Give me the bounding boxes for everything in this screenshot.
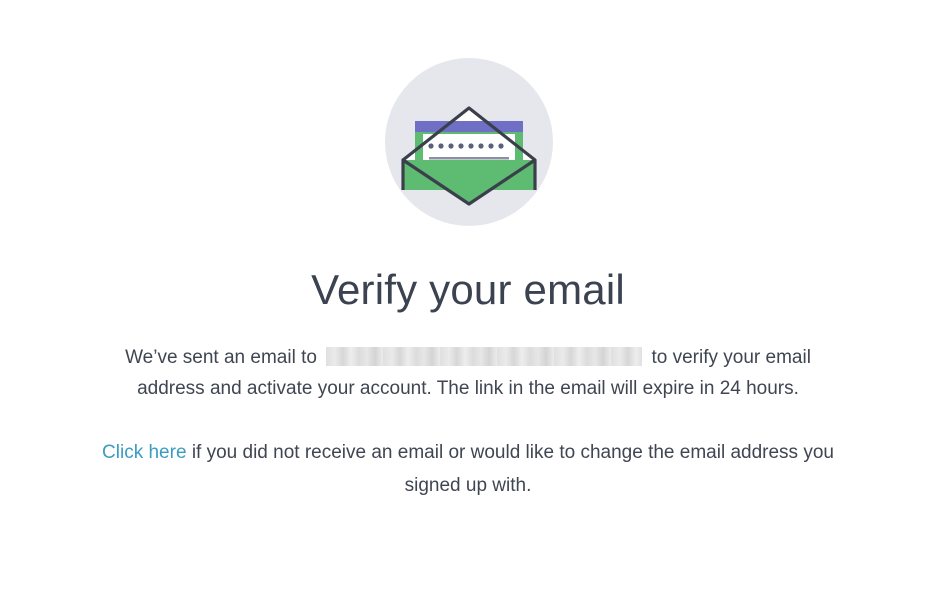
resend-message-text: if you did not receive an email or would… [191,442,834,496]
redacted-email-address [326,347,643,366]
verification-message: We’ve sent an email to to verify your em… [90,342,846,404]
click-here-link[interactable]: Click here [102,442,186,463]
envelope-illustration [385,58,553,226]
message-before-email: We’ve sent an email to [125,347,317,368]
verify-email-page: Verify your email We’ve sent an email to… [0,0,936,602]
page-title: Verify your email [311,266,625,313]
resend-message: Click here if you did not receive an ema… [90,436,846,502]
open-envelope-icon [385,58,553,226]
